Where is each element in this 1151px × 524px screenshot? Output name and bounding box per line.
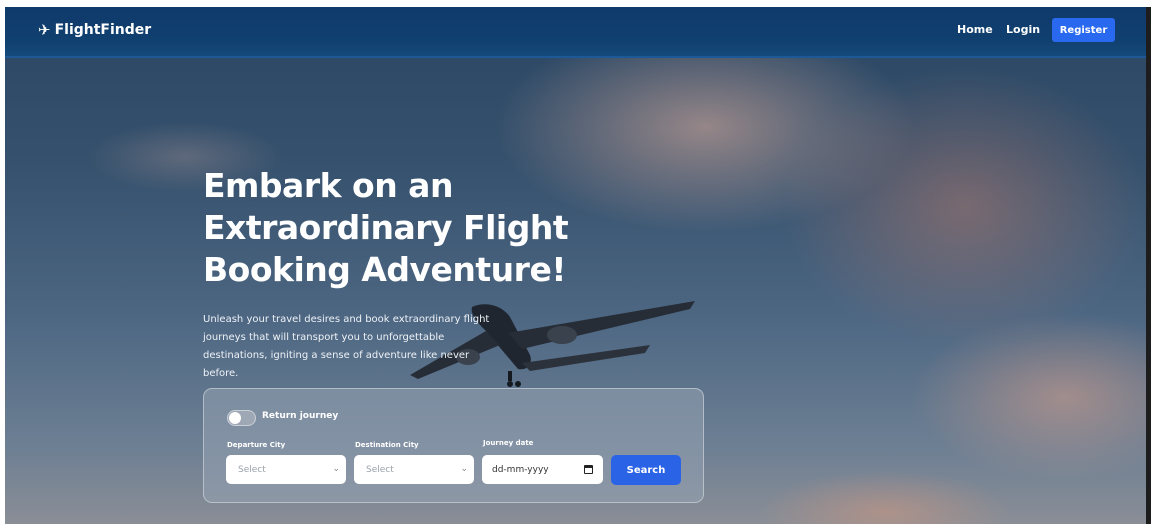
departure-city-value: Select (238, 464, 266, 475)
chevron-down-icon: ⌄ (332, 464, 340, 474)
register-button[interactable]: Register (1052, 18, 1115, 42)
destination-city-label: Destination City (355, 441, 419, 449)
top-navbar: ✈ FlightFinder Home Login Register (5, 7, 1146, 58)
journey-date-input[interactable]: dd-mm-yyyy (482, 455, 603, 484)
departure-city-select[interactable]: Select ⌄ (226, 455, 346, 484)
page-viewport: ✈ FlightFinder Home Login Register Embar… (5, 7, 1146, 524)
return-journey-label: Return journey (262, 411, 339, 421)
destination-city-value: Select (366, 464, 394, 475)
window-edge (1146, 7, 1151, 524)
hero-subtitle: Unleash your travel desires and book ext… (203, 314, 490, 379)
flight-search-card: Return journey Departure City Destinatio… (203, 388, 704, 503)
chevron-down-icon: ⌄ (460, 464, 468, 474)
brand-name: FlightFinder (54, 22, 152, 38)
airplane-icon: ✈ (38, 21, 51, 39)
journey-date-placeholder: dd-mm-yyyy (492, 464, 549, 475)
hero-title: Embark on an Extraordinary Flight Bookin… (203, 166, 569, 289)
destination-city-select[interactable]: Select ⌄ (354, 455, 474, 484)
return-journey-toggle[interactable] (227, 410, 256, 426)
nav-home-link[interactable]: Home (957, 23, 993, 36)
calendar-icon[interactable] (584, 465, 593, 474)
search-button[interactable]: Search (611, 455, 681, 485)
departure-city-label: Departure City (227, 441, 286, 449)
brand-logo[interactable]: ✈ FlightFinder (38, 21, 151, 39)
toggle-knob (229, 412, 241, 424)
journey-date-label: Journey date (483, 439, 534, 447)
nav-login-link[interactable]: Login (1006, 23, 1040, 36)
